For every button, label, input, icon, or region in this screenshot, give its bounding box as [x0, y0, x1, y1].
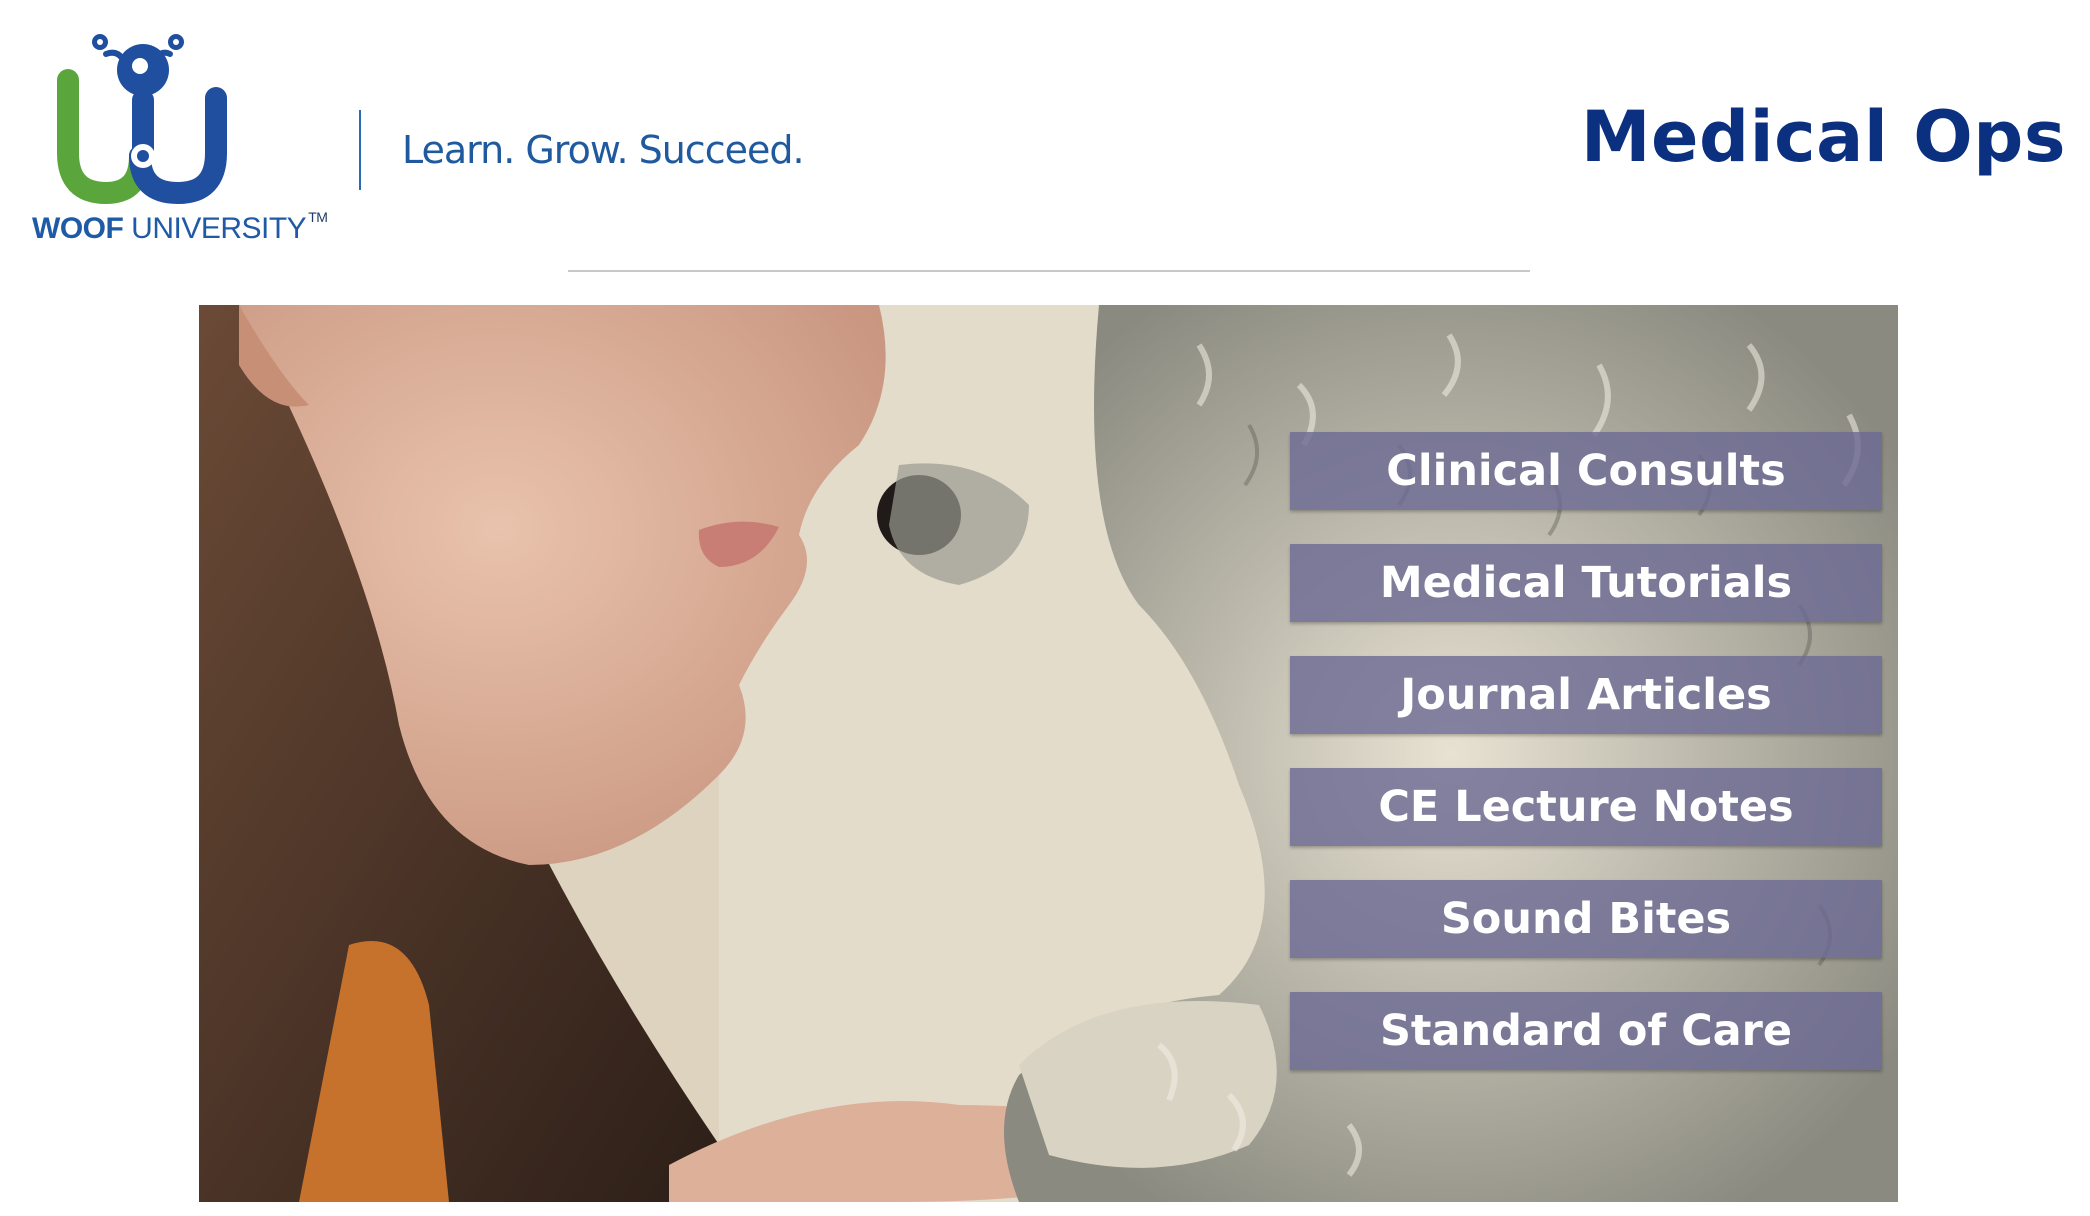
- logo-wordmark: WOOF UNIVERSITY TM: [32, 209, 328, 246]
- logo-wordmark-university: UNIVERSITY: [123, 212, 307, 245]
- tagline: Learn. Grow. Succeed.: [402, 128, 805, 172]
- hero-banner: Clinical Consults Medical Tutorials Jour…: [199, 305, 1898, 1202]
- page-title: Medical Ops: [1580, 96, 2066, 178]
- menu-button-medical-tutorials[interactable]: Medical Tutorials: [1290, 544, 1882, 622]
- resource-menu: Clinical Consults Medical Tutorials Jour…: [1290, 432, 1882, 1104]
- menu-button-clinical-consults[interactable]: Clinical Consults: [1290, 432, 1882, 510]
- menu-button-ce-lecture-notes[interactable]: CE Lecture Notes: [1290, 768, 1882, 846]
- header-rule: [568, 270, 1530, 272]
- logo-wordmark-woof: WOOF: [32, 212, 124, 245]
- woof-university-logo-icon: [57, 34, 227, 205]
- menu-button-sound-bites[interactable]: Sound Bites: [1290, 880, 1882, 958]
- woof-university-logo[interactable]: WOOF UNIVERSITY TM: [28, 28, 328, 248]
- page: WOOF UNIVERSITY TM Learn. Grow. Succeed. …: [0, 0, 2090, 1216]
- trademark-mark: TM: [308, 209, 328, 225]
- menu-button-standard-of-care[interactable]: Standard of Care: [1290, 992, 1882, 1070]
- menu-button-journal-articles[interactable]: Journal Articles: [1290, 656, 1882, 734]
- header-divider: [359, 110, 361, 190]
